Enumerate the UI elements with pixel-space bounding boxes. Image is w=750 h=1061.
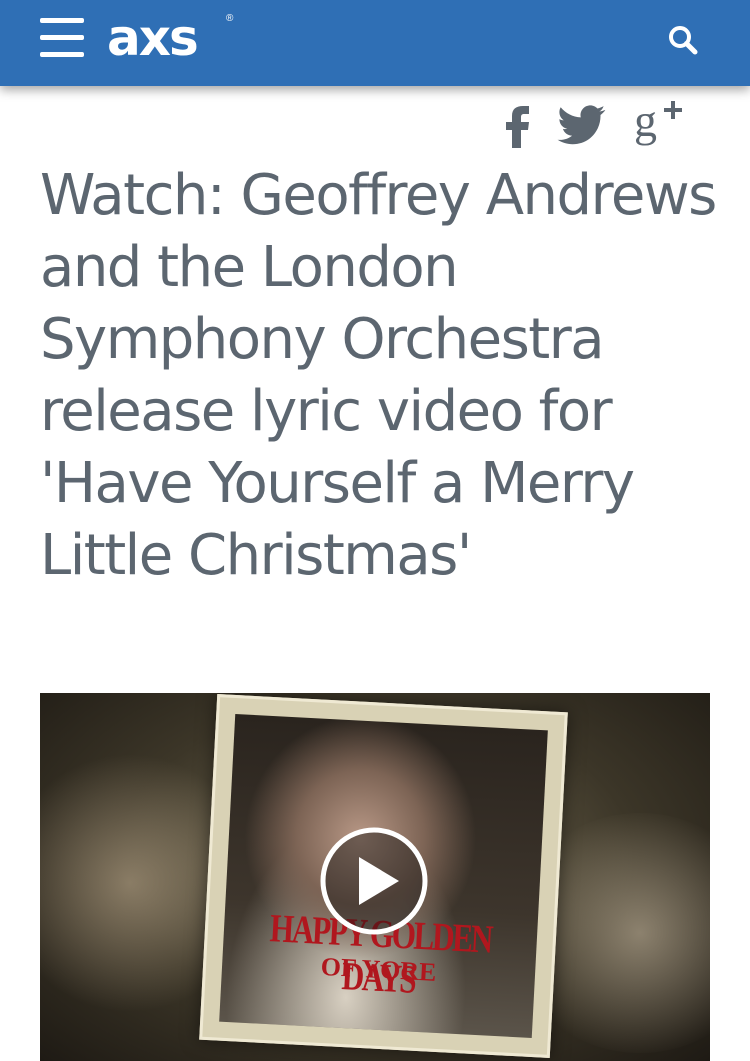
hamburger-menu-icon[interactable] bbox=[40, 18, 84, 60]
google-plus-share-icon[interactable]: g bbox=[632, 95, 687, 148]
play-button-icon[interactable] bbox=[319, 826, 429, 936]
twitter-share-icon[interactable] bbox=[557, 98, 607, 148]
article-title: Watch: Geoffrey Andrews and the London S… bbox=[40, 163, 717, 588]
facebook-share-icon[interactable] bbox=[503, 98, 533, 148]
axs-logo[interactable]: axs bbox=[107, 8, 199, 68]
search-icon[interactable] bbox=[667, 24, 699, 56]
top-navigation-bar: axs ® bbox=[0, 0, 750, 86]
registered-mark: ® bbox=[226, 13, 234, 24]
video-player[interactable]: HAPPY GOLDEN DAYS OF YORE bbox=[40, 693, 710, 1061]
svg-text:g: g bbox=[634, 98, 657, 146]
